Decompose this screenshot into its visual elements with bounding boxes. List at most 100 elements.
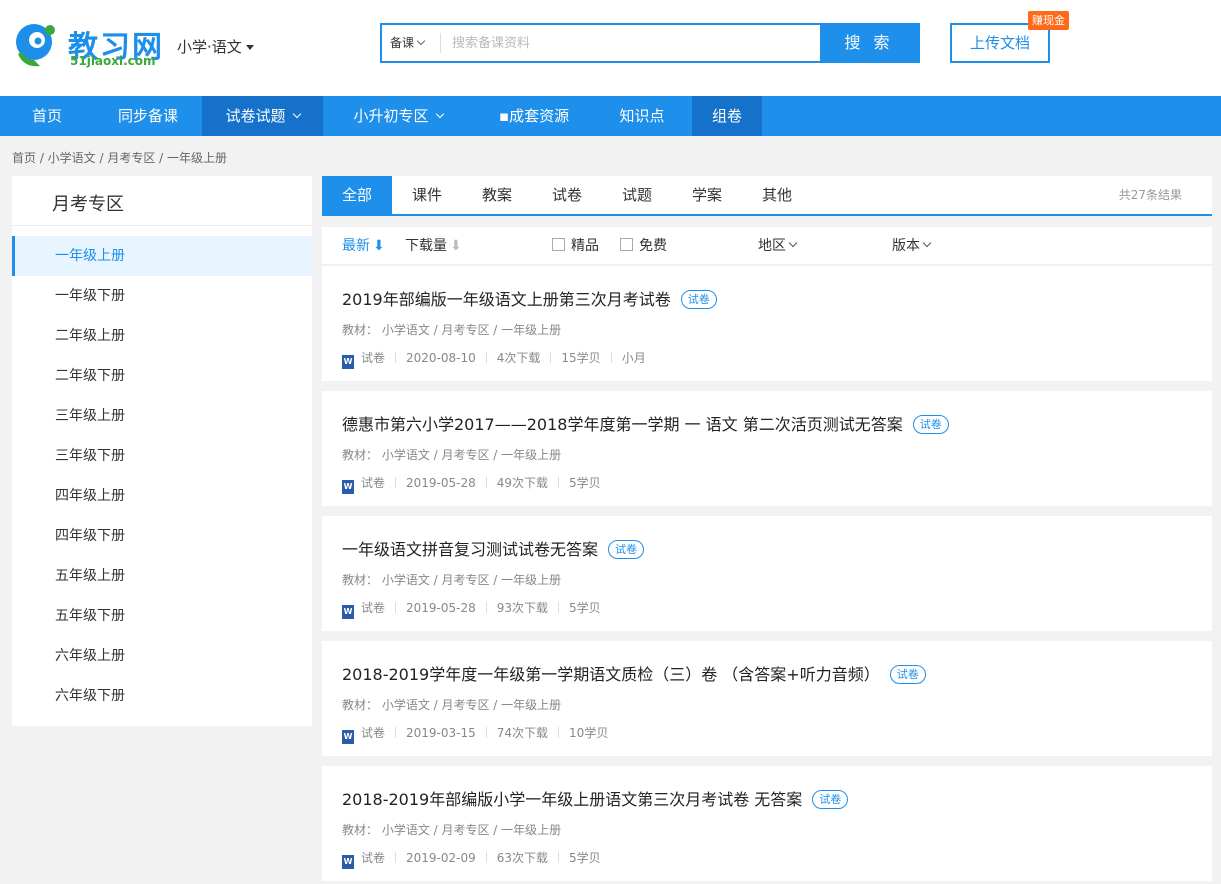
document-title-link[interactable]: 2018-2019学年度一年级第一学期语文质检（三）卷 （含答案+听力音频） 试卷	[342, 661, 926, 685]
meta-divider	[395, 727, 397, 738]
sort-downloads-label: 下载量	[405, 238, 447, 254]
earn-cash-badge: 赚现金	[1028, 11, 1069, 30]
document-title-link[interactable]: 2019年部编版一年级语文上册第三次月考试卷 试卷	[342, 286, 717, 310]
sidebar-item-grade6-vol2[interactable]: 六年级下册	[12, 676, 312, 716]
document-price: 5学贝	[569, 476, 601, 490]
document-type: 试卷	[361, 351, 386, 365]
document-author[interactable]: 小月	[622, 351, 646, 365]
chevron-down-icon	[292, 109, 301, 119]
caret-down-icon	[245, 45, 254, 50]
sort-downloads[interactable]: 下载量 ⬇	[405, 227, 462, 265]
sidebar-item-grade2-vol1[interactable]: 二年级上册	[12, 316, 312, 356]
breadcrumb[interactable]: 首页 / 小学语文 / 月考专区 / 一年级上册	[12, 149, 227, 166]
document-path: 教材： 小学语文 / 月考专区 / 一年级上册	[342, 448, 562, 462]
document-price: 5学贝	[569, 601, 601, 615]
tab-exam-paper[interactable]: 试卷	[532, 176, 602, 214]
document-title: 2018-2019学年度一年级第一学期语文质检（三）卷 （含答案+听力音频）	[342, 665, 880, 684]
word-doc-icon: W	[342, 480, 354, 494]
document-path: 教材： 小学语文 / 月考专区 / 一年级上册	[342, 323, 562, 337]
document-date: 2019-03-15	[406, 726, 476, 740]
document-path: 教材： 小学语文 / 月考专区 / 一年级上册	[342, 823, 562, 837]
sidebar-item-grade1-vol2[interactable]: 一年级下册	[12, 276, 312, 316]
meta-divider	[558, 477, 560, 488]
document-downloads: 63次下载	[496, 851, 549, 865]
sidebar-divider	[12, 225, 312, 226]
word-doc-icon: W	[342, 730, 354, 744]
nav-item-sync-prep[interactable]: 同步备课	[94, 96, 202, 136]
premium-checkbox[interactable]	[552, 237, 565, 251]
search-type-dropdown[interactable]: 备课	[382, 25, 440, 61]
word-doc-icon: W	[342, 605, 354, 619]
sidebar-item-grade4-vol1[interactable]: 四年级上册	[12, 476, 312, 516]
tab-questions[interactable]: 试题	[602, 176, 672, 214]
meta-divider	[485, 477, 487, 488]
nav-item-exams[interactable]: 试卷试题	[202, 96, 323, 136]
nav-item-build-paper[interactable]: 组卷	[692, 96, 762, 136]
filter-region-dropdown[interactable]: 地区	[758, 227, 798, 265]
site-logo[interactable]: 教习网 51jiaoxi.com	[10, 20, 162, 72]
document-card: 德惠市第六小学2017——2018学年度第一学期 一 语文 第二次活页测试无答案…	[322, 391, 1212, 506]
nav-item-knowledge-points[interactable]: 知识点	[603, 96, 681, 136]
sort-latest[interactable]: 最新 ⬇	[342, 227, 385, 265]
nav-item-resource-sets[interactable]: ▪成套资源	[479, 96, 589, 136]
document-type-tag: 试卷	[608, 540, 645, 559]
document-title-link[interactable]: 2018-2019年部编版小学一年级上册语文第三次月考试卷 无答案 试卷	[342, 786, 849, 810]
document-type: 试卷	[361, 726, 386, 740]
meta-divider	[395, 602, 397, 613]
filter-free[interactable]: 免费	[620, 227, 667, 265]
sidebar-item-grade6-vol1[interactable]: 六年级上册	[12, 636, 312, 676]
sidebar-item-grade3-vol1[interactable]: 三年级上册	[12, 396, 312, 436]
free-checkbox[interactable]	[620, 237, 633, 251]
nav-item-home[interactable]: 首页	[0, 96, 94, 136]
subject-selector[interactable]: 小学·语文	[177, 36, 254, 57]
document-price: 5学贝	[569, 851, 601, 865]
sidebar-title: 月考专区	[52, 194, 124, 215]
document-title-link[interactable]: 一年级语文拼音复习测试试卷无答案 试卷	[342, 536, 645, 560]
meta-divider	[395, 352, 397, 363]
sidebar-item-grade1-vol1[interactable]: 一年级上册	[12, 236, 312, 276]
logo-mascot-icon	[16, 24, 55, 67]
document-price: 10学贝	[569, 726, 609, 740]
sidebar-item-grade4-vol2[interactable]: 四年级下册	[12, 516, 312, 556]
meta-divider	[485, 852, 487, 863]
arrow-down-icon: ⬇	[450, 238, 462, 254]
nav-item-primary-to-middle[interactable]: 小升初专区	[333, 96, 463, 136]
chevron-down-icon	[435, 109, 444, 119]
document-date: 2019-02-09	[406, 851, 476, 865]
document-title-link[interactable]: 德惠市第六小学2017——2018学年度第一学期 一 语文 第二次活页测试无答案…	[342, 411, 949, 435]
tab-courseware[interactable]: 课件	[392, 176, 462, 214]
meta-divider	[485, 602, 487, 613]
tab-other[interactable]: 其他	[742, 176, 812, 214]
filter-free-label: 免费	[639, 238, 667, 254]
sidebar-item-grade3-vol2[interactable]: 三年级下册	[12, 436, 312, 476]
search-divider	[440, 33, 441, 53]
chevron-down-icon	[788, 238, 798, 248]
filter-edition-dropdown[interactable]: 版本	[892, 227, 932, 265]
document-path: 教材： 小学语文 / 月考专区 / 一年级上册	[342, 698, 562, 712]
search-type-label: 备课	[390, 36, 415, 50]
document-meta: W 试卷 2019-03-15 74次下载 10学贝	[342, 724, 608, 744]
document-downloads: 49次下载	[496, 476, 549, 490]
tab-lesson-plan[interactable]: 教案	[462, 176, 532, 214]
document-type-tag: 试卷	[680, 290, 717, 309]
search-button[interactable]: 搜 索	[820, 25, 918, 61]
tab-all[interactable]: 全部	[322, 176, 392, 214]
sidebar-item-grade2-vol2[interactable]: 二年级下册	[12, 356, 312, 396]
sidebar-item-grade5-vol1[interactable]: 五年级上册	[12, 556, 312, 596]
site-header: 教习网 51jiaoxi.com 小学·语文 备课 搜 索 上传文档 赚现金	[0, 0, 1221, 96]
document-meta: W 试卷 2020-08-10 4次下载 15学贝 小月	[342, 349, 646, 369]
document-date: 2019-05-28	[406, 476, 476, 490]
document-type-tag: 试卷	[889, 665, 926, 684]
nav-item-exams-label: 试卷试题	[225, 107, 286, 125]
tab-study-guide[interactable]: 学案	[672, 176, 742, 214]
chevron-down-icon	[922, 238, 932, 248]
filter-premium-label: 精品	[571, 238, 599, 254]
search-bar: 备课 搜 索	[380, 23, 920, 63]
subject-label: 小学·语文	[177, 38, 242, 56]
filter-premium[interactable]: 精品	[552, 227, 599, 265]
sidebar-item-grade5-vol2[interactable]: 五年级下册	[12, 596, 312, 636]
meta-divider	[558, 602, 560, 613]
search-input[interactable]	[444, 25, 818, 61]
arrow-down-icon: ⬇	[373, 238, 385, 254]
document-downloads: 93次下载	[496, 601, 549, 615]
